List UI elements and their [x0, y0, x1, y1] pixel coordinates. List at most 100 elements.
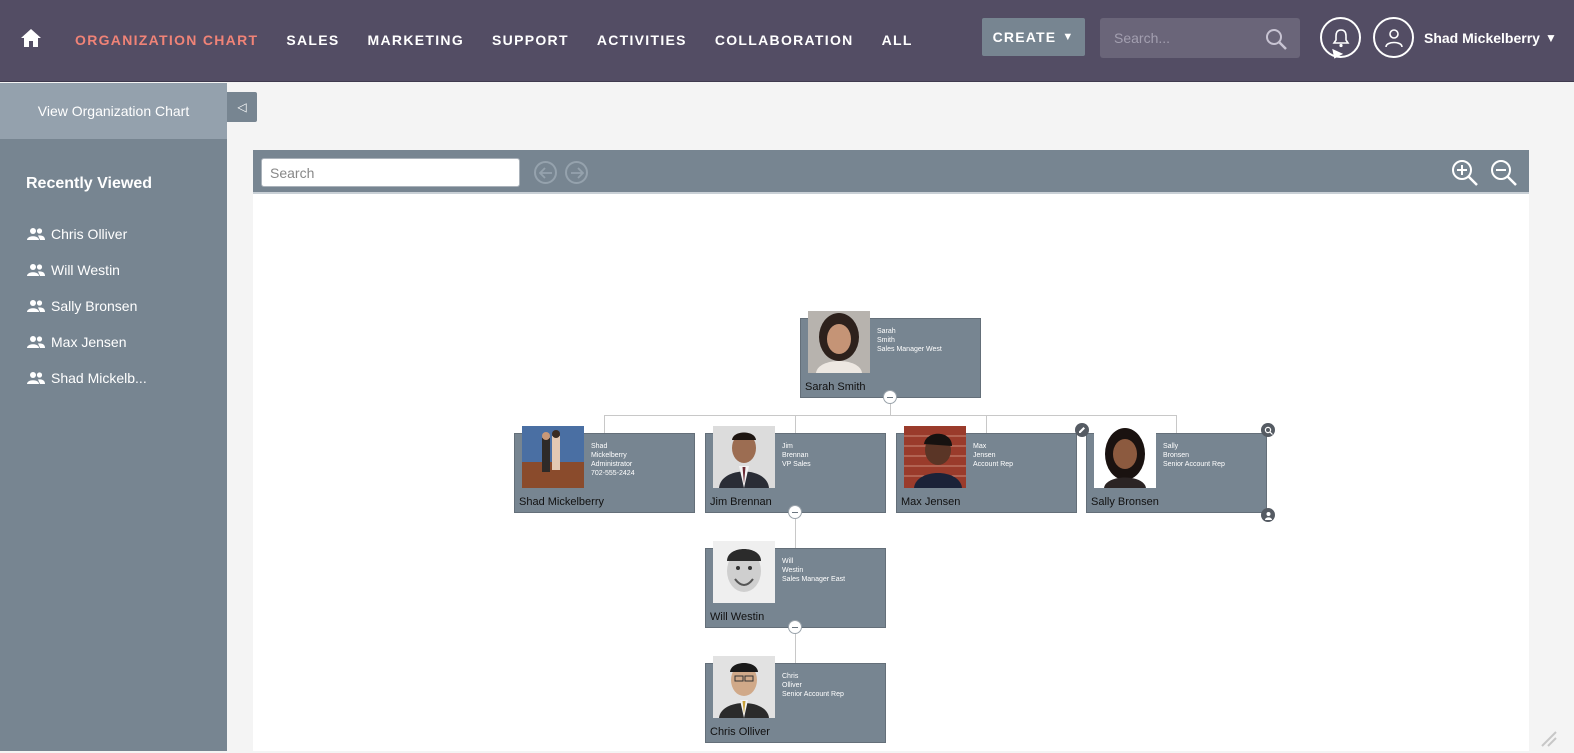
collapse-node-icon[interactable] — [883, 390, 897, 404]
node-last-name: Westin — [782, 567, 804, 574]
create-button-label: CREATE — [992, 29, 1057, 45]
connector-line — [604, 415, 605, 433]
node-name: Will Westin — [710, 611, 765, 623]
view-organization-chart-link[interactable]: View Organization Chart — [0, 83, 227, 139]
node-info: Chris Olliver Senior Account Rep — [782, 672, 844, 699]
node-title: Account Rep — [973, 461, 1014, 468]
org-node-chris-olliver[interactable]: Chris Olliver Senior Account Rep Chris O… — [705, 656, 886, 743]
nav-support[interactable]: SUPPORT — [492, 32, 569, 48]
connector-line — [986, 415, 987, 433]
node-info: Shad Mickelberry Administrator 702-555-2… — [591, 442, 635, 478]
node-name: Sally Bronsen — [1091, 496, 1159, 508]
zoom-out-icon[interactable] — [1490, 159, 1518, 192]
node-last-name: Mickelberry — [591, 452, 627, 459]
user-detail-icon[interactable] — [1261, 508, 1275, 522]
nav-all[interactable]: ALL — [882, 32, 913, 48]
main-nav: ORGANIZATION CHART SALES MARKETING SUPPO… — [75, 32, 941, 48]
nav-marketing[interactable]: MARKETING — [368, 32, 464, 48]
recently-viewed-list: Chris Olliver Will Westin Sally Bronsen … — [26, 216, 147, 396]
node-title: Sales Manager East — [782, 576, 846, 583]
users-icon — [27, 372, 45, 384]
org-node-shad-mickelberry[interactable]: Shad Mickelberry Administrator 702-555-2… — [514, 426, 695, 513]
recent-item-label: Will Westin — [51, 262, 120, 278]
avatar — [713, 426, 775, 488]
collapse-sidebar-icon[interactable]: ◁ — [227, 92, 257, 122]
users-icon — [27, 264, 45, 276]
recently-viewed-title: Recently Viewed — [26, 175, 152, 192]
avatar — [808, 311, 870, 373]
arrow-left-icon[interactable] — [534, 161, 557, 184]
global-search — [1100, 18, 1300, 58]
user-avatar-icon[interactable] — [1373, 17, 1414, 58]
nav-activities[interactable]: ACTIVITIES — [597, 32, 687, 48]
recent-item-chris-olliver[interactable]: Chris Olliver — [26, 216, 147, 252]
collapse-node-icon[interactable] — [788, 620, 802, 634]
node-last-name: Bronsen — [1163, 452, 1190, 459]
sidebar: View Organization Chart Recently Viewed … — [0, 83, 227, 751]
search-icon[interactable] — [1264, 27, 1288, 56]
avatar — [904, 426, 966, 488]
create-button[interactable]: CREATE ▼ — [982, 18, 1085, 56]
users-icon — [27, 300, 45, 312]
org-chart-panel: Sarah Smith Sales Manager West Sarah Smi… — [253, 150, 1529, 751]
node-last-name: Smith — [877, 337, 895, 344]
chevron-down-icon: ▼ — [1062, 31, 1075, 43]
node-title: VP Sales — [782, 461, 811, 468]
zoom-in-icon[interactable] — [1451, 159, 1479, 192]
node-last-name: Olliver — [782, 682, 802, 689]
recent-item-max-jensen[interactable]: Max Jensen — [26, 324, 147, 360]
global-search-input[interactable] — [1100, 18, 1260, 58]
node-title: Senior Account Rep — [782, 691, 844, 698]
node-name: Sarah Smith — [805, 381, 866, 393]
connector-line — [604, 415, 1177, 416]
home-icon[interactable] — [20, 27, 42, 49]
org-node-sally-bronsen[interactable]: Sally Bronsen Senior Account Rep Sally B… — [1086, 426, 1267, 513]
avatar — [1094, 426, 1156, 488]
node-first-name: Sarah — [877, 328, 896, 335]
edit-icon[interactable] — [1075, 423, 1089, 437]
node-last-name: Brennan — [782, 452, 809, 459]
node-info: Will Westin Sales Manager East — [782, 557, 845, 584]
node-phone: 702-555-2424 — [591, 470, 635, 477]
avatar — [522, 426, 584, 488]
avatar — [713, 541, 775, 603]
user-menu-chevron-icon[interactable]: ▼ — [1545, 31, 1557, 45]
node-first-name: Max — [973, 443, 987, 450]
nav-sales[interactable]: SALES — [286, 32, 339, 48]
arrow-right-icon[interactable] — [565, 161, 588, 184]
node-name: Shad Mickelberry — [519, 496, 604, 508]
collapse-node-icon[interactable] — [788, 505, 802, 519]
recent-item-will-westin[interactable]: Will Westin — [26, 252, 147, 288]
users-icon — [27, 336, 45, 348]
zoom-node-icon[interactable] — [1261, 423, 1275, 437]
node-info: Sarah Smith Sales Manager West — [877, 327, 942, 354]
recent-item-label: Shad Mickelb... — [51, 370, 147, 386]
org-chart-search-input[interactable] — [261, 158, 520, 187]
node-name: Max Jensen — [901, 496, 961, 508]
org-node-will-westin[interactable]: Will Westin Sales Manager East Will West… — [705, 541, 886, 628]
node-info: Sally Bronsen Senior Account Rep — [1163, 442, 1225, 469]
node-info: Jim Brennan VP Sales — [782, 442, 811, 469]
nav-organization-chart[interactable]: ORGANIZATION CHART — [75, 32, 258, 48]
node-first-name: Sally — [1163, 443, 1179, 450]
top-navigation-bar: ORGANIZATION CHART SALES MARKETING SUPPO… — [0, 0, 1574, 82]
org-node-sarah-smith[interactable]: Sarah Smith Sales Manager West Sarah Smi… — [800, 311, 981, 398]
node-last-name: Jensen — [973, 452, 996, 459]
nav-collaboration[interactable]: COLLABORATION — [715, 32, 854, 48]
recent-item-shad-mickelberry[interactable]: Shad Mickelb... — [26, 360, 147, 396]
resize-handle-icon[interactable] — [1538, 728, 1558, 753]
org-node-jim-brennan[interactable]: Jim Brennan VP Sales Jim Brennan — [705, 426, 886, 513]
connector-line — [795, 415, 796, 433]
node-name: Chris Olliver — [710, 726, 770, 738]
org-node-max-jensen[interactable]: Max Jensen Account Rep Max Jensen — [896, 426, 1077, 513]
connector-line — [1176, 415, 1177, 433]
org-chart-toolbar — [253, 150, 1529, 194]
recent-item-sally-bronsen[interactable]: Sally Bronsen — [26, 288, 147, 324]
recent-item-label: Max Jensen — [51, 334, 127, 350]
avatar — [713, 656, 775, 718]
node-first-name: Shad — [591, 443, 608, 450]
recent-item-label: Chris Olliver — [51, 226, 128, 242]
node-title: Administrator — [591, 461, 633, 468]
user-name[interactable]: Shad Mickelberry — [1424, 30, 1540, 46]
node-title: Senior Account Rep — [1163, 461, 1225, 468]
